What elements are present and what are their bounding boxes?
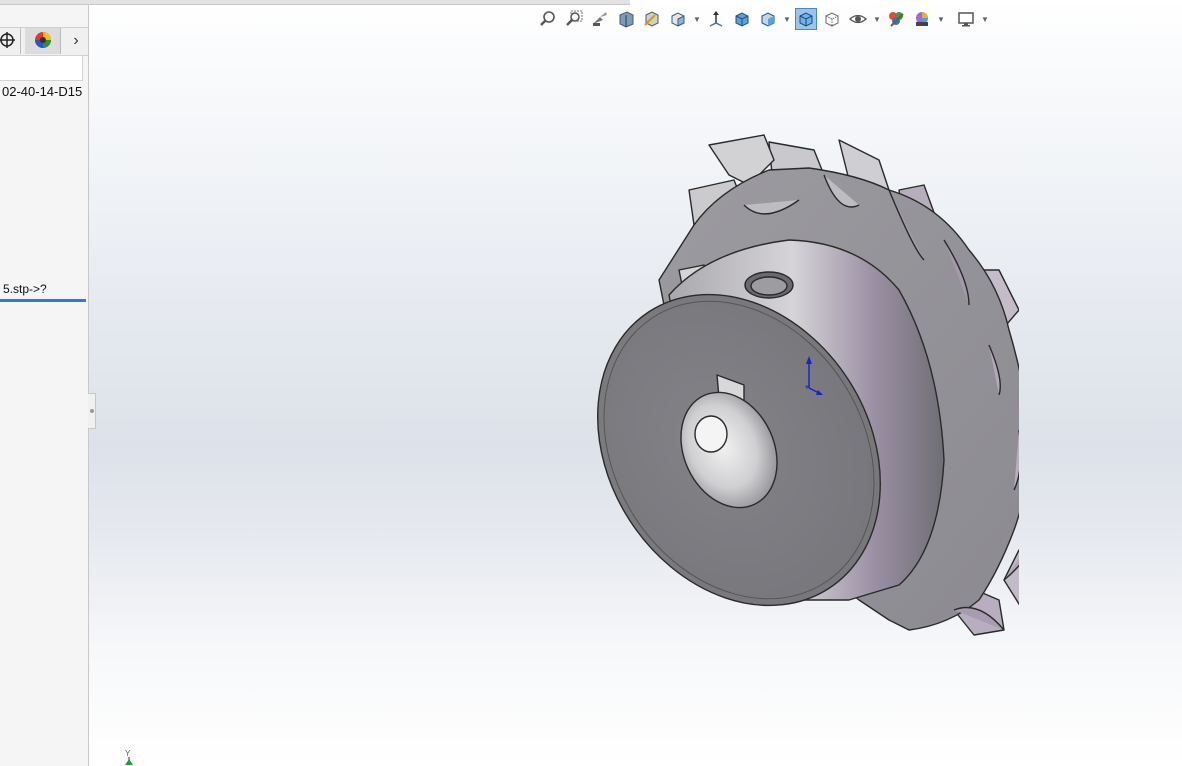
dynamic-annotation-views-icon[interactable] <box>641 8 663 30</box>
view-settings-dropdown-icon[interactable]: ▼ <box>873 15 881 24</box>
heads-up-view-toolbar: ▼ ▼ ▼ ▼ ▼ <box>537 6 989 32</box>
previous-view-icon[interactable] <box>589 8 611 30</box>
edit-appearance-icon[interactable] <box>795 8 817 30</box>
zoom-to-fit-icon[interactable] <box>537 8 559 30</box>
tree-item-imported-file[interactable]: 5.stp->? <box>3 282 47 296</box>
shaded-with-edges-icon[interactable] <box>731 8 753 30</box>
hide-show-items-icon[interactable] <box>757 8 779 30</box>
panel-splitter-handle[interactable] <box>88 393 96 429</box>
monitor-icon[interactable] <box>955 8 977 30</box>
view-orientation-icon[interactable] <box>667 8 689 30</box>
more-tabs-chevron-right-icon[interactable]: › <box>66 28 86 54</box>
realview-icon[interactable] <box>885 8 907 30</box>
color-scene-icon[interactable] <box>911 8 933 30</box>
svg-text:Y: Y <box>125 749 131 758</box>
view-settings-icon[interactable] <box>847 8 869 30</box>
color-scene-dropdown-icon[interactable]: ▼ <box>937 15 945 24</box>
tab-dimxpert-manager[interactable] <box>0 28 21 54</box>
section-view-icon[interactable] <box>615 8 637 30</box>
part-name[interactable]: 02-40-14-D15 <box>2 84 82 99</box>
manager-tabs: › <box>0 27 88 56</box>
display-style-icon[interactable] <box>705 8 727 30</box>
view-orientation-dropdown-icon[interactable]: ▼ <box>693 15 701 24</box>
reference-triad: Y <box>125 749 133 765</box>
graphics-viewport[interactable]: ▼ ▼ ▼ ▼ ▼ * Y <box>89 0 1182 766</box>
tab-display-manager[interactable] <box>25 28 61 54</box>
dimxpert-manager-icon <box>0 31 16 52</box>
top-tab-strip <box>0 0 630 5</box>
sprocket-model[interactable]: * <box>559 130 1019 640</box>
svg-text:*: * <box>805 384 809 395</box>
zoom-to-area-icon[interactable] <box>563 8 585 30</box>
display-manager-icon <box>34 31 52 52</box>
rollback-bar[interactable] <box>0 299 86 302</box>
hide-show-items-dropdown-icon[interactable]: ▼ <box>783 15 791 24</box>
feature-manager-panel: › 02-40-14-D15 5.stp->? <box>0 0 89 766</box>
apply-scene-icon[interactable] <box>821 8 843 30</box>
monitor-dropdown-icon[interactable]: ▼ <box>981 15 989 24</box>
filter-input[interactable] <box>0 55 83 81</box>
